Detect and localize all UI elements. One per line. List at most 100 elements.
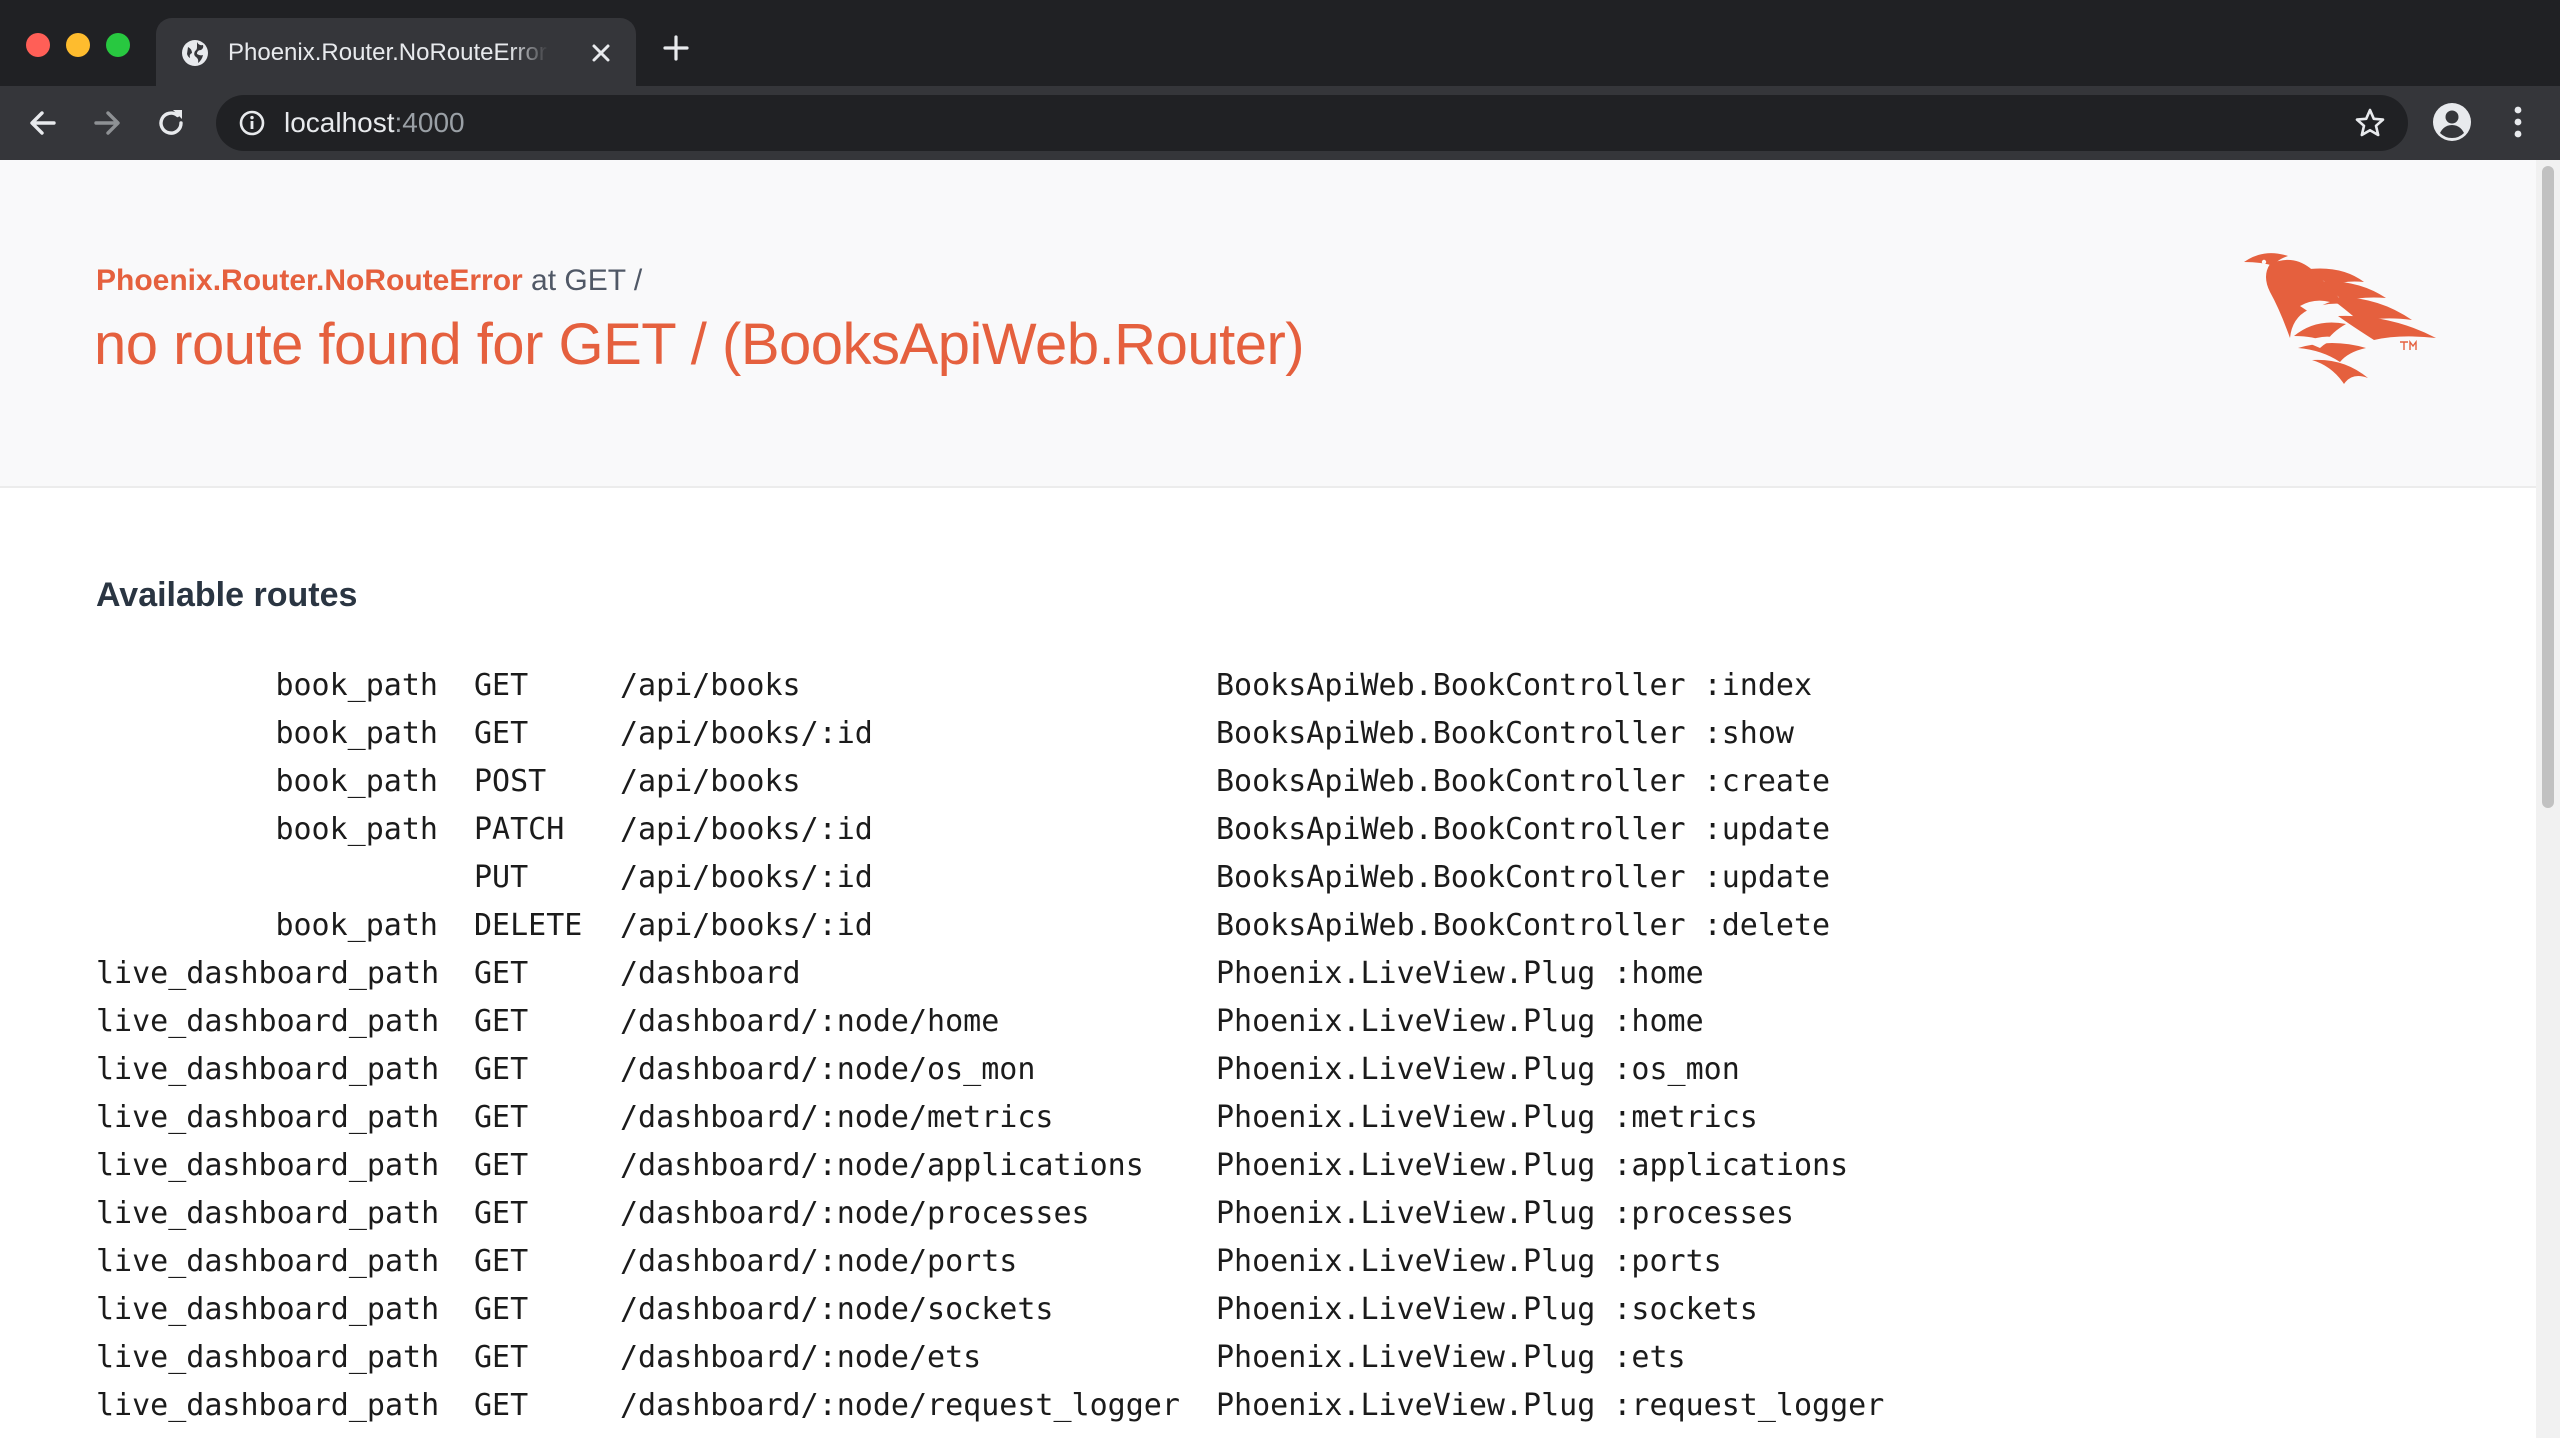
route-plug: BooksApiWeb.BookController :show bbox=[1216, 716, 1794, 751]
route-helper: book_path bbox=[275, 812, 438, 847]
exception-location: at GET / bbox=[522, 264, 643, 297]
route-row: book_path PATCH/api/books/:id BooksApiWeb.… bbox=[96, 806, 1996, 854]
route-row: live_dashboard_path GET/dashboard/:node/a… bbox=[96, 1142, 1996, 1190]
url-text[interactable]: localhost:4000 bbox=[284, 108, 465, 138]
route-helper: live_dashboard_path bbox=[96, 956, 440, 991]
route-plug: Phoenix.LiveView.Plug :home bbox=[1216, 956, 1704, 991]
window-minimize-button[interactable] bbox=[66, 33, 90, 57]
route-verb: POST bbox=[474, 764, 547, 799]
route-path: /api/books/:id bbox=[620, 812, 873, 847]
route-path: /api/books bbox=[620, 668, 801, 703]
route-path: /dashboard/:node/os_mon bbox=[620, 1052, 1036, 1087]
exception-name: Phoenix.Router.NoRouteError bbox=[96, 264, 523, 297]
route-helper: live_dashboard_path bbox=[96, 1340, 440, 1375]
route-helper: book_path bbox=[275, 764, 438, 799]
route-plug: BooksApiWeb.BookController :update bbox=[1216, 812, 1831, 847]
route-plug: Phoenix.LiveView.Plug :sockets bbox=[1216, 1292, 1758, 1327]
page-content: Phoenix.Router.NoRouteError at GET / no … bbox=[0, 160, 2536, 1438]
route-helper: book_path bbox=[275, 716, 438, 751]
routes-title: Available routes bbox=[96, 576, 358, 614]
route-plug: Phoenix.LiveView.Plug :ports bbox=[1216, 1244, 1722, 1279]
route-verb: GET bbox=[474, 1004, 529, 1039]
route-row: live_dashboard_path GET/dashboard/:node/p… bbox=[96, 1190, 1996, 1238]
route-path: /dashboard/:node/sockets bbox=[620, 1292, 1054, 1327]
route-row: book_path DELETE/api/books/:id BooksApiWeb… bbox=[96, 902, 1996, 950]
route-row: book_path GET/api/books BooksApiWeb.BookCo… bbox=[96, 662, 1996, 710]
window-close-button[interactable] bbox=[26, 33, 50, 57]
close-icon[interactable] bbox=[588, 40, 614, 66]
route-verb: GET bbox=[474, 1340, 529, 1375]
route-verb: GET bbox=[474, 1292, 529, 1327]
tab-active[interactable]: Phoenix.Router.NoRouteError at GET / bbox=[156, 18, 636, 86]
reload-icon[interactable] bbox=[152, 104, 190, 142]
route-verb: DELETE bbox=[474, 908, 583, 943]
route-path: /dashboard/:node/processes bbox=[620, 1196, 1090, 1231]
route-path: /dashboard/:node/request_logger bbox=[620, 1388, 1180, 1423]
route-verb: GET bbox=[474, 1196, 529, 1231]
route-path: /dashboard bbox=[620, 956, 801, 991]
route-path: /dashboard/:node/home bbox=[620, 1004, 1000, 1039]
route-verb: GET bbox=[474, 668, 529, 703]
browser-tab-bar: Phoenix.Router.NoRouteError at GET / bbox=[0, 0, 2560, 86]
route-plug: Phoenix.LiveView.Plug :metrics bbox=[1216, 1100, 1758, 1135]
route-path: /dashboard/:node/ets bbox=[620, 1340, 982, 1375]
route-plug: Phoenix.LiveView.Plug :home bbox=[1216, 1004, 1704, 1039]
route-row: live_dashboard_path GET/dashboard/:node/o… bbox=[96, 1046, 1996, 1094]
address-bar[interactable]: localhost:4000 bbox=[216, 95, 2408, 151]
route-plug: Phoenix.LiveView.Plug :applications bbox=[1216, 1148, 1849, 1183]
tab-title: Phoenix.Router.NoRouteError at GET / bbox=[228, 39, 548, 66]
route-helper: live_dashboard_path bbox=[96, 1148, 440, 1183]
route-helper: live_dashboard_path bbox=[96, 1100, 440, 1135]
route-row: book_path GET/api/books/:id BooksApiWeb.Bo… bbox=[96, 710, 1996, 758]
error-header: Phoenix.Router.NoRouteError at GET / no … bbox=[0, 160, 2536, 488]
routes-table: book_path GET/api/books BooksApiWeb.BookCo… bbox=[96, 662, 1996, 1430]
url-port: :4000 bbox=[394, 107, 465, 138]
star-icon[interactable] bbox=[2354, 107, 2386, 139]
arrow-right-icon[interactable] bbox=[88, 104, 126, 142]
route-helper: live_dashboard_path bbox=[96, 1292, 440, 1327]
route-row: PUT/api/books/:id BooksApiWeb.BookControl… bbox=[96, 854, 1996, 902]
route-helper: live_dashboard_path bbox=[96, 1052, 440, 1087]
route-helper: live_dashboard_path bbox=[96, 1004, 440, 1039]
route-verb: PATCH bbox=[474, 812, 565, 847]
route-verb: GET bbox=[474, 956, 529, 991]
route-helper: live_dashboard_path bbox=[96, 1388, 440, 1423]
route-verb: GET bbox=[474, 1052, 529, 1087]
route-plug: BooksApiWeb.BookController :update bbox=[1216, 860, 1831, 895]
route-plug: BooksApiWeb.BookController :create bbox=[1216, 764, 1831, 799]
info-icon[interactable] bbox=[238, 109, 266, 137]
route-verb: GET bbox=[474, 1148, 529, 1183]
route-path: /dashboard/:node/metrics bbox=[620, 1100, 1054, 1135]
route-plug: Phoenix.LiveView.Plug :os_mon bbox=[1216, 1052, 1740, 1087]
route-path: /api/books/:id bbox=[620, 860, 873, 895]
route-helper: live_dashboard_path bbox=[96, 1196, 440, 1231]
route-path: /api/books/:id bbox=[620, 716, 873, 751]
url-host: localhost bbox=[284, 107, 395, 138]
route-plug: Phoenix.LiveView.Plug :processes bbox=[1216, 1196, 1794, 1231]
kebab-menu-icon[interactable] bbox=[2500, 102, 2536, 142]
route-verb: GET bbox=[474, 1388, 529, 1423]
route-plug: BooksApiWeb.BookController :delete bbox=[1216, 908, 1831, 943]
error-message: no route found for GET / (BooksApiWeb.Ro… bbox=[94, 312, 1305, 377]
route-row: book_path POST/api/books BooksApiWeb.BookC… bbox=[96, 758, 1996, 806]
route-verb: GET bbox=[474, 1100, 529, 1135]
route-row: live_dashboard_path GET/dashboard/:node/m… bbox=[96, 1094, 1996, 1142]
route-row: live_dashboard_path GET/dashboard/:node/h… bbox=[96, 998, 1996, 1046]
route-verb: PUT bbox=[474, 860, 529, 895]
route-path: /dashboard/:node/applications bbox=[620, 1148, 1144, 1183]
route-verb: GET bbox=[474, 1244, 529, 1279]
plus-icon[interactable] bbox=[662, 34, 690, 62]
route-row: live_dashboard_path GET/dashboard/:node/r… bbox=[96, 1382, 1996, 1430]
phoenix-logo bbox=[2244, 253, 2436, 384]
route-plug: BooksApiWeb.BookController :index bbox=[1216, 668, 1813, 703]
scrollbar-thumb[interactable] bbox=[2542, 166, 2554, 808]
browser-toolbar: localhost:4000 bbox=[0, 86, 2560, 160]
route-path: /api/books bbox=[620, 764, 801, 799]
vertical-scrollbar[interactable] bbox=[2536, 160, 2560, 1438]
window-zoom-button[interactable] bbox=[106, 33, 130, 57]
arrow-left-icon[interactable] bbox=[24, 104, 62, 142]
route-row: live_dashboard_path GET/dashboard/:node/p… bbox=[96, 1238, 1996, 1286]
account-icon[interactable] bbox=[2432, 102, 2472, 142]
route-row: live_dashboard_path GET/dashboard Phoenix.… bbox=[96, 950, 1996, 998]
exception-line: Phoenix.Router.NoRouteError at GET / bbox=[96, 263, 642, 299]
